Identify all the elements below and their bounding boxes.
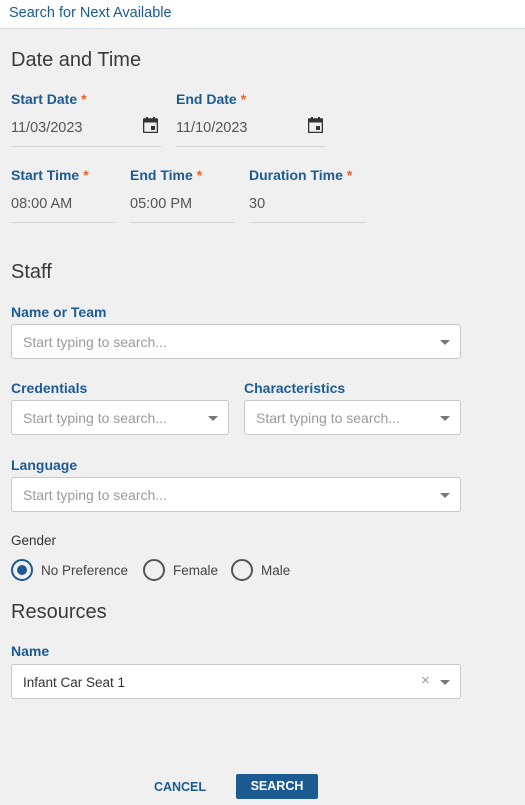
search-button[interactable]: SEARCH: [236, 774, 318, 799]
gender-female-label[interactable]: Female: [173, 563, 218, 578]
end-date-label-text: End Date: [176, 91, 237, 107]
calendar-icon[interactable]: [308, 117, 323, 133]
dialog-title: Search for Next Available: [9, 5, 172, 21]
chevron-down-icon[interactable]: [440, 493, 450, 498]
end-date-input[interactable]: 11/10/2023: [176, 120, 248, 136]
start-date-underline: [11, 146, 161, 147]
duration-time-underline: [249, 222, 366, 223]
end-date-underline: [176, 146, 326, 147]
characteristics-placeholder: Start typing to search...: [256, 410, 400, 426]
gender-no-preference-radio[interactable]: [11, 559, 33, 581]
characteristics-select[interactable]: Start typing to search...: [244, 400, 461, 435]
required-mark: *: [81, 91, 87, 107]
language-placeholder: Start typing to search...: [23, 487, 167, 503]
date-time-section-title: Date and Time: [11, 49, 142, 71]
credentials-label: Credentials: [11, 380, 88, 396]
credentials-select[interactable]: Start typing to search...: [11, 400, 229, 435]
resources-section-title: Resources: [11, 601, 107, 623]
dialog-header: Search for Next Available: [0, 0, 525, 29]
gender-female-radio[interactable]: [143, 559, 165, 581]
gender-male-radio[interactable]: [231, 559, 253, 581]
start-date-label: Start Date *: [11, 91, 87, 107]
start-date-input[interactable]: 11/03/2023: [11, 120, 83, 136]
start-date-label-text: Start Date: [11, 91, 78, 107]
start-time-label: Start Time *: [11, 167, 89, 183]
required-mark: *: [346, 167, 353, 183]
chevron-down-icon[interactable]: [440, 416, 450, 421]
gender-male-label[interactable]: Male: [261, 563, 290, 578]
required-mark: *: [196, 167, 203, 183]
end-date-label: End Date *: [176, 91, 246, 107]
end-time-underline: [130, 222, 234, 223]
resource-name-label: Name: [11, 643, 50, 659]
cancel-button[interactable]: CANCEL: [148, 775, 212, 799]
start-time-underline: [11, 222, 116, 223]
duration-time-input[interactable]: 30: [249, 196, 265, 212]
staff-section-title: Staff: [11, 261, 52, 283]
duration-time-label: Duration Time *: [249, 167, 352, 183]
language-label: Language: [11, 457, 78, 473]
duration-time-label-text: Duration Time: [249, 167, 343, 183]
chevron-down-icon[interactable]: [440, 680, 450, 685]
name-or-team-label: Name or Team: [11, 304, 107, 320]
start-time-input[interactable]: 08:00 AM: [11, 196, 72, 212]
chevron-down-icon[interactable]: [440, 340, 450, 345]
credentials-placeholder: Start typing to search...: [23, 410, 167, 426]
resource-name-value: Infant Car Seat 1: [23, 675, 126, 690]
end-time-input[interactable]: 05:00 PM: [130, 196, 192, 212]
name-or-team-select[interactable]: Start typing to search...: [11, 324, 461, 359]
name-or-team-placeholder: Start typing to search...: [23, 334, 167, 350]
start-time-label-text: Start Time: [11, 167, 80, 183]
characteristics-label: Characteristics: [244, 380, 346, 396]
resource-name-select[interactable]: Infant Car Seat 1 ×: [11, 664, 461, 699]
gender-label: Gender: [11, 533, 57, 548]
end-time-label: End Time *: [130, 167, 202, 183]
clear-icon[interactable]: ×: [421, 672, 430, 689]
calendar-icon[interactable]: [143, 117, 158, 133]
language-select[interactable]: Start typing to search...: [11, 477, 461, 512]
gender-no-preference-label[interactable]: No Preference: [41, 563, 128, 578]
required-mark: *: [83, 167, 89, 183]
chevron-down-icon[interactable]: [208, 416, 218, 421]
required-mark: *: [240, 91, 247, 107]
end-time-label-text: End Time: [130, 167, 193, 183]
